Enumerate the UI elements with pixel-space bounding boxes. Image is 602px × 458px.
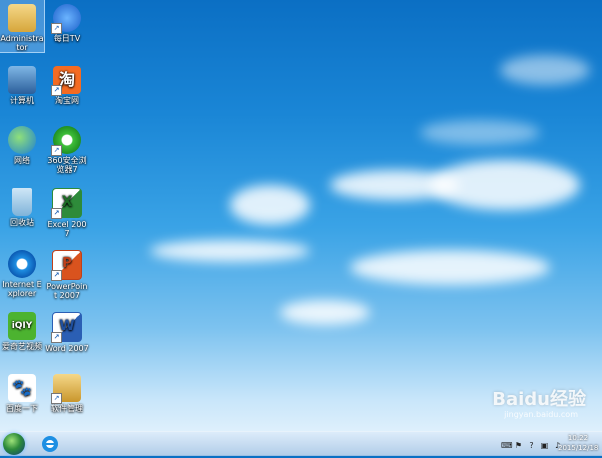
network-tray-icon[interactable]: ▣ — [540, 441, 549, 450]
desktop-icon-network[interactable]: 网络 — [0, 122, 44, 165]
desktop-icon-taobao[interactable]: 淘 ↗ 淘宝网 — [45, 62, 89, 105]
shortcut-arrow-icon: ↗ — [51, 23, 62, 34]
cloud — [150, 240, 310, 262]
excel-icon: X ↗ — [51, 188, 82, 219]
desktop-icon-administrator[interactable]: Administrator — [0, 0, 45, 53]
desktop-icon-recycle-bin[interactable]: 回收站 — [0, 184, 44, 227]
taskbar: ⌨ ⚑ ? ▣ ♪ 10:22 2015/12/18 — [0, 431, 602, 456]
desktop-icon-internet-explorer[interactable]: Internet Explorer — [0, 246, 44, 298]
watermark-logo: Baidu经验 — [492, 389, 586, 410]
network-icon — [8, 126, 36, 154]
iqiyi-icon: iQIY — [8, 312, 36, 340]
clock-date: 2015/12/18 — [558, 444, 599, 452]
cloud — [230, 185, 310, 225]
help-icon[interactable]: ? — [527, 441, 536, 450]
360-browser-icon: ↗ — [51, 126, 81, 156]
recycle-bin-icon — [12, 188, 32, 216]
ie-icon — [8, 250, 36, 278]
shortcut-arrow-icon: ↗ — [51, 393, 62, 404]
ie-icon — [42, 436, 58, 452]
shortcut-arrow-icon: ↗ — [51, 145, 62, 156]
shortcut-arrow-icon: ↗ — [51, 270, 62, 281]
cloud — [350, 250, 550, 285]
clock-time: 10:22 — [567, 434, 589, 442]
cloud — [430, 160, 580, 210]
shortcut-arrow-icon: ↗ — [51, 332, 62, 343]
start-button[interactable] — [3, 433, 25, 455]
desktop-icon-word[interactable]: W ↗ Word 2007 — [45, 308, 89, 353]
folder-user-icon — [8, 4, 36, 32]
baidu-icon: 🐾 — [8, 374, 36, 402]
tv-icon: ↗ — [51, 4, 81, 34]
flag-icon[interactable]: ⚑ — [514, 441, 523, 450]
cloud — [420, 120, 540, 145]
desktop: Administrator 计算机 网络 回收站 Internet Explor… — [0, 0, 602, 431]
taskbar-ie-button[interactable] — [40, 434, 60, 454]
keyboard-icon[interactable]: ⌨ — [501, 441, 513, 450]
desktop-icon-meiri-tv[interactable]: ↗ 每日TV — [45, 0, 89, 43]
shortcut-arrow-icon: ↗ — [51, 85, 62, 96]
system-tray: ⌨ ⚑ ? ▣ ♪ — [501, 438, 562, 452]
desktop-icon-baidu[interactable]: 🐾 百度一下 — [0, 370, 44, 413]
taobao-icon: 淘 ↗ — [51, 66, 81, 96]
word-icon: W ↗ — [51, 312, 82, 343]
desktop-icon-excel[interactable]: X ↗ Excel 2007 — [45, 184, 89, 238]
desktop-icon-software-manager[interactable]: ↗ 软件管理 — [45, 370, 89, 413]
desktop-icon-360-browser[interactable]: ↗ 360安全浏览器7 — [45, 122, 89, 174]
computer-icon — [8, 66, 36, 94]
cloud — [500, 55, 590, 85]
shortcut-arrow-icon: ↗ — [51, 208, 62, 219]
desktop-icon-iqiyi[interactable]: iQIY 爱奇艺视频 — [0, 308, 44, 351]
cloud — [280, 300, 370, 325]
watermark-url: jingyan.baidu.com — [504, 410, 578, 419]
software-manager-icon: ↗ — [51, 374, 81, 404]
clock[interactable]: 10:22 2015/12/18 — [558, 433, 598, 453]
desktop-icon-powerpoint[interactable]: P ↗ PowerPoint 2007 — [45, 246, 89, 300]
powerpoint-icon: P ↗ — [51, 250, 82, 281]
desktop-icon-computer[interactable]: 计算机 — [0, 62, 44, 105]
